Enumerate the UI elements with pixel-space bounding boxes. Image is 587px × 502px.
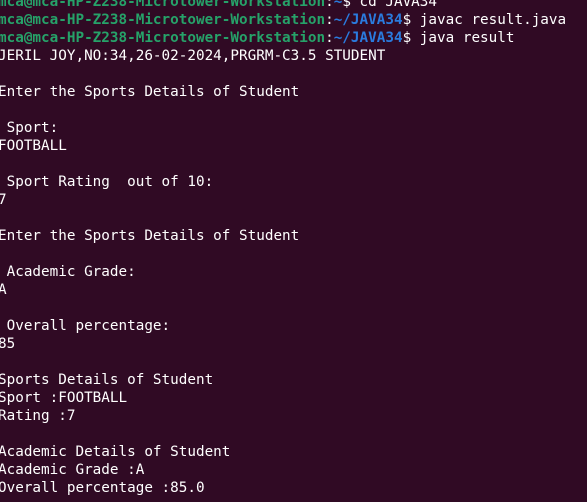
prompt-symbol: $ bbox=[402, 12, 420, 28]
output-line: Enter the Sports Details of Student bbox=[0, 228, 300, 244]
output-line: Overall percentage :85.0 bbox=[0, 480, 205, 496]
output-line: 85 bbox=[0, 336, 16, 352]
prompt-user-host: mca@mca-HP-Z238-Microtower-Workstation bbox=[0, 12, 326, 28]
prompt-colon: : bbox=[325, 30, 334, 46]
prompt-symbol: $ bbox=[402, 30, 420, 46]
output-line: FOOTBALL bbox=[0, 138, 67, 154]
output-line: Academic Grade: bbox=[0, 264, 136, 280]
prompt-symbol: $ bbox=[342, 0, 360, 10]
command-line: mca@mca-HP-Z238-Microtower-Workstation:~… bbox=[0, 11, 566, 29]
output-line: Sport: bbox=[0, 120, 59, 136]
output-line: Sport Rating out of 10: bbox=[0, 174, 214, 190]
prompt-user-host: mca@mca-HP-Z238-Microtower-Workstation bbox=[0, 30, 326, 46]
prompt-path: ~/JAVA34 bbox=[333, 30, 403, 46]
output-line: A bbox=[0, 282, 7, 298]
command-text: java result bbox=[419, 30, 515, 46]
output-line: Sports Details of Student bbox=[0, 372, 214, 388]
command-line: mca@mca-HP-Z238-Microtower-Workstation:~… bbox=[0, 29, 566, 47]
prompt-colon: : bbox=[325, 12, 334, 28]
output-line: Academic Details of Student bbox=[0, 444, 231, 460]
prompt-path: ~/JAVA34 bbox=[333, 12, 403, 28]
prompt-colon: : bbox=[325, 0, 334, 10]
output-line: Academic Grade :A bbox=[0, 462, 145, 478]
command-text: javac result.java bbox=[419, 12, 567, 28]
command-line: mca@mca-HP-Z238-Microtower-Workstation:~… bbox=[0, 0, 566, 11]
output-line: JERIL JOY,NO:34,26-02-2024,PRGRM-C3.5 ST… bbox=[0, 48, 386, 64]
prompt-user-host: mca@mca-HP-Z238-Microtower-Workstation bbox=[0, 0, 326, 10]
output-line: Overall percentage: bbox=[0, 318, 171, 334]
output-line: Rating :7 bbox=[0, 408, 76, 424]
output-line: Enter the Sports Details of Student bbox=[0, 84, 300, 100]
terminal-window[interactable]: mca@mca-HP-Z238-Microtower-Workstation:~… bbox=[0, 0, 587, 502]
output-line: 7 bbox=[0, 192, 7, 208]
output-line: Sport :FOOTBALL bbox=[0, 390, 128, 406]
terminal-output: mca@mca-HP-Z238-Microtower-Workstation:~… bbox=[0, 0, 566, 497]
command-text: cd JAVA34 bbox=[359, 0, 437, 10]
